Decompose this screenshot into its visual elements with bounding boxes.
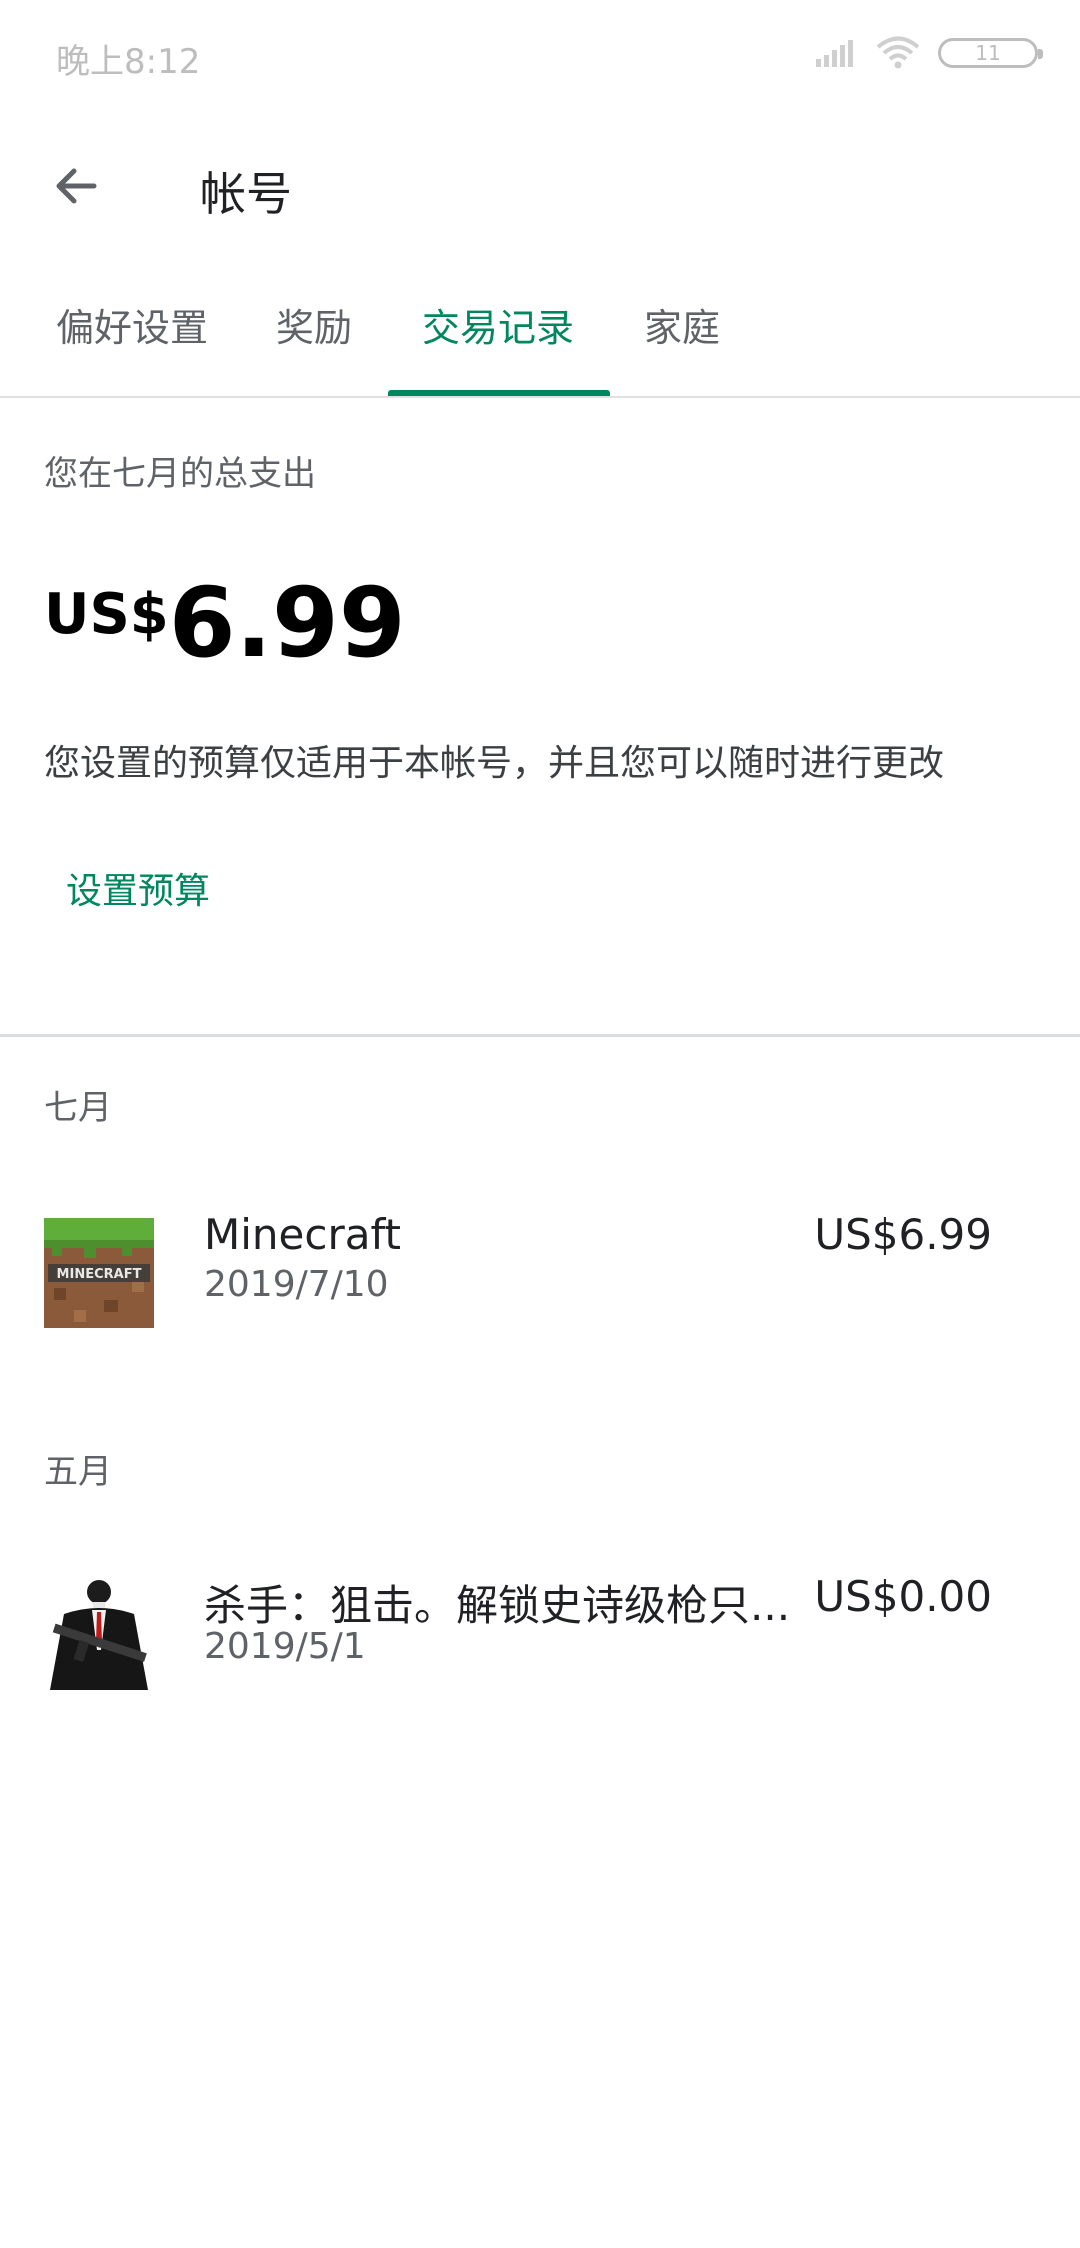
status-time: 晚上8:12 — [56, 42, 201, 82]
set-budget-button[interactable]: 设置预算 — [66, 862, 210, 914]
monthly-spend-label: 您在七月的总支出 — [44, 454, 316, 494]
back-button[interactable] — [46, 156, 106, 216]
monthly-spend-amount: US$ 6.99 — [44, 568, 406, 678]
month-header-july: 七月 — [44, 1088, 112, 1128]
transaction-name: 杀手：狙击。解锁史诗级枪只... — [204, 1581, 791, 1630]
budget-note: 您设置的预算仅适用于本帐号，并且您可以随时进行更改 — [44, 743, 945, 784]
tab-rewards[interactable]: 奖励 — [276, 300, 352, 356]
minecraft-app-icon: MINECRAFT — [44, 1218, 154, 1328]
month-header-may: 五月 — [44, 1452, 112, 1492]
signal-icon — [816, 40, 853, 67]
amount-currency: US$ — [44, 582, 169, 647]
transaction-name: Minecraft — [204, 1210, 401, 1259]
status-icons: 11 — [814, 36, 1043, 70]
transaction-price: US$6.99 — [814, 1210, 992, 1259]
battery-level: 11 — [975, 41, 1001, 65]
transaction-date: 2019/7/10 — [204, 1264, 389, 1305]
tab-bar: 偏好设置 奖励 交易记录 家庭 — [0, 280, 1080, 398]
amount-value: 6.99 — [168, 567, 406, 679]
minecraft-icon-text: MINECRAFT — [57, 1267, 142, 1282]
active-tab-indicator — [388, 390, 610, 396]
tab-order-history[interactable]: 交易记录 — [422, 300, 574, 356]
tab-family[interactable]: 家庭 — [644, 300, 720, 356]
page-title: 帐号 — [200, 167, 292, 221]
tab-preferences[interactable]: 偏好设置 — [56, 300, 208, 356]
section-divider — [0, 1034, 1080, 1037]
transaction-date: 2019/5/1 — [204, 1626, 366, 1667]
arrow-back-icon — [56, 168, 97, 204]
wifi-icon — [876, 36, 920, 69]
battery-icon: 11 — [938, 38, 1043, 68]
transaction-price: US$0.00 — [814, 1572, 992, 1621]
hitman-sniper-app-icon — [44, 1580, 154, 1690]
